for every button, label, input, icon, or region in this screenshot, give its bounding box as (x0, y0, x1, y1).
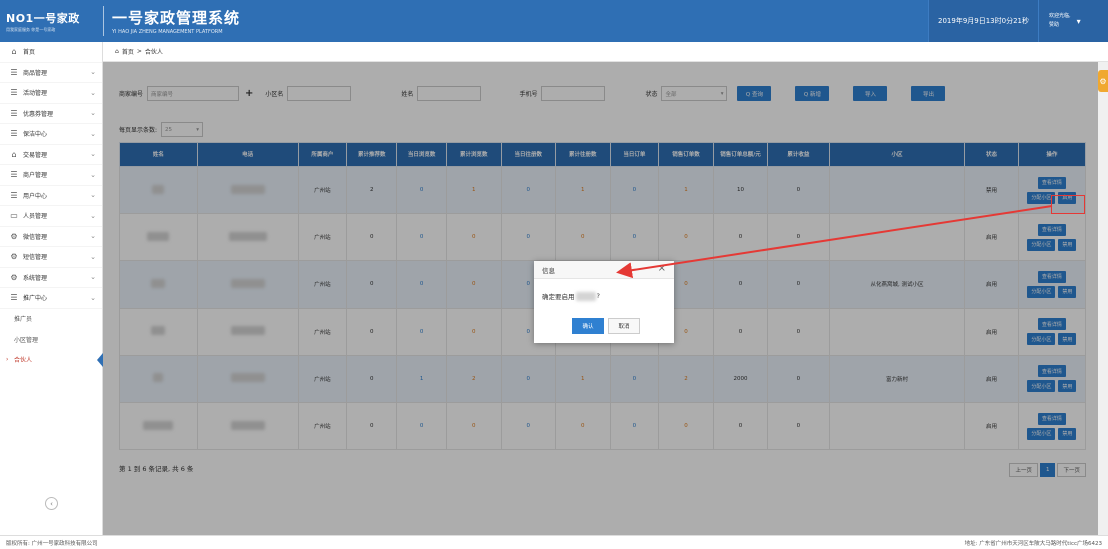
sidebar-item[interactable]: ☰ 商品管理 ⌄ (0, 63, 102, 83)
logo-slogan: 用我家庭服务 你是一号家政 (6, 26, 56, 32)
sidebar-item-label: 保洁中心 (23, 131, 48, 139)
chevron-down-icon: ⌄ (90, 68, 96, 77)
header-right: 2019年9月9日13时0分21秒 欢迎光临, 赞助 ▾ (928, 0, 1108, 42)
sidebar-item[interactable]: ▭ 人员管理 ⌄ (0, 206, 102, 227)
header-divider (103, 6, 104, 36)
chevron-down-icon: ⌄ (90, 150, 96, 159)
breadcrumb-separator: > (136, 48, 142, 55)
settings-gear-icon[interactable]: ⚙ (1098, 70, 1108, 92)
gears-icon: ⚙ (10, 272, 18, 282)
dialog-header: 信息 × (534, 261, 674, 279)
confirm-button[interactable]: 确认 (572, 318, 604, 334)
monitor-icon: ▭ (10, 211, 18, 221)
chevron-down-icon: ⌄ (90, 232, 96, 241)
user-text: 欢迎光临, 赞助 (1049, 12, 1071, 30)
page-footer: 版权所有: 广州一号家政科技有限公司 地址: 广东省广州市天河区车陂大马路时代t… (0, 535, 1108, 549)
brand-logo[interactable]: NO1一号家政 用我家庭服务 你是一号家政 (0, 0, 103, 42)
breadcrumb-current: 合伙人 (144, 49, 163, 56)
annotation-highlight-box (1051, 195, 1085, 214)
sidebar-item[interactable]: ☰ 优惠券管理 ⌄ (0, 104, 102, 124)
sidebar-subitem[interactable]: 小区管理 (0, 329, 102, 350)
system-subtitle: YI HAO JIA ZHENG MANAGEMENT PLATFORM (112, 29, 223, 35)
sidebar-item-label: 用户中心 (23, 192, 48, 200)
breadcrumb-home[interactable]: 首页 (122, 47, 134, 56)
collapse-sidebar-icon[interactable]: ‹ (45, 497, 58, 510)
sidebar-item-label: 推广中心 (23, 295, 48, 303)
cancel-button[interactable]: 取消 (608, 318, 640, 334)
system-title: 一号家政管理系统 (112, 9, 241, 27)
chevron-down-icon: ⌄ (90, 191, 96, 200)
sidebar-item-label: 微信管理 (23, 233, 48, 241)
chevron-down-icon: ⌄ (90, 129, 96, 138)
sidebar-item-label: 短信管理 (23, 254, 48, 262)
chevron-down-icon: ⌄ (90, 170, 96, 179)
dialog-message: 确定要启用 ? (534, 279, 674, 301)
chevron-down-icon: ⌄ (90, 88, 96, 97)
sidebar: ⌂ 首页 ☰ 商品管理 ⌄ ☰ 活动管理 ⌄ ☰ 优惠券管理 ⌄ ☰ 保洁中心 ⌄ ⌂ 交易管理 ⌄ ☰ 商户管理 ⌄… (0, 42, 103, 535)
sidebar-item[interactable]: ⚙ 微信管理 ⌄ (0, 227, 102, 247)
list-icon: ☰ (10, 129, 18, 139)
sidebar-item[interactable]: ☰ 用户中心 ⌄ (0, 186, 102, 206)
caret-down-icon: ▾ (1076, 16, 1081, 26)
chevron-down-icon: ⌄ (90, 252, 96, 261)
sidebar-item-label: 交易管理 (23, 151, 48, 159)
list-icon: ☰ (10, 170, 18, 180)
home-icon: ⌂ (11, 149, 17, 159)
sidebar-item[interactable]: ⌂ 交易管理 ⌄ (0, 145, 102, 165)
sidebar-item[interactable]: ⌂ 首页 (0, 42, 102, 63)
dialog-message-prefix: 确定要启用 (542, 293, 575, 301)
sidebar-item[interactable]: ☰ 推广中心 ⌄ (0, 288, 102, 309)
sidebar-item-label: 商品管理 (23, 69, 48, 77)
user-menu[interactable]: 欢迎光临, 赞助 ▾ (1038, 0, 1108, 42)
chevron-down-icon: ⌄ (90, 211, 96, 220)
chevron-down-icon: ⌄ (90, 109, 96, 118)
sidebar-subitem[interactable]: 合伙人 (0, 350, 103, 371)
dialog-message-suffix: ? (596, 292, 600, 300)
list-icon: ☰ (10, 67, 18, 77)
home-icon[interactable]: ⌂ (115, 48, 119, 55)
user-name: 赞助 (1049, 22, 1060, 28)
sidebar-item[interactable]: ☰ 活动管理 ⌄ (0, 83, 102, 104)
gears-icon: ⚙ (10, 231, 18, 241)
sidebar-item-label: 人员管理 (23, 213, 48, 221)
sidebar-item-label: 商户管理 (23, 172, 48, 180)
sidebar-subitem-label: 推广员 (14, 316, 33, 324)
sidebar-item[interactable]: ⚙ 短信管理 ⌄ (0, 247, 102, 268)
confirm-dialog: 信息 × 确定要启用 ? 确认 取消 (534, 261, 674, 343)
close-icon[interactable]: × (658, 263, 666, 274)
user-greeting: 欢迎光临, (1049, 13, 1071, 19)
system-title-block: 一号家政管理系统 YI HAO JIA ZHENG MANAGEMENT PLA… (112, 7, 240, 35)
sidebar-subitem-label: 小区管理 (14, 336, 39, 344)
breadcrumb: ⌂ 首页 > 合伙人 (103, 42, 1108, 62)
list-icon: ☰ (10, 108, 18, 118)
chevron-down-icon: ⌄ (90, 293, 96, 302)
sidebar-item[interactable]: ☰ 商户管理 ⌄ (0, 165, 102, 186)
sidebar-subitem-label: 合伙人 (14, 357, 33, 365)
sidebar-item[interactable]: ☰ 保洁中心 ⌄ (0, 124, 102, 145)
header-datetime: 2019年9月9日13时0分21秒 (928, 0, 1038, 42)
list-icon: ☰ (10, 293, 18, 303)
home-icon: ⌂ (11, 47, 17, 57)
sidebar-subitem[interactable]: 推广员 (0, 309, 102, 330)
redacted-name (575, 291, 596, 301)
chevron-down-icon: ⌄ (90, 273, 96, 282)
dialog-title: 信息 (542, 266, 555, 275)
sidebar-item-label: 活动管理 (23, 90, 48, 98)
address-text: 地址: 广东省广州市天河区车陂大马路时代ticc广场6423 (964, 540, 1102, 547)
sidebar-item-label: 优惠券管理 (23, 110, 54, 118)
copyright-text: 版权所有: 广州一号家政科技有限公司 (6, 540, 98, 547)
dialog-buttons: 确认 取消 (572, 318, 640, 334)
logo-text: NO1一号家政 (6, 11, 80, 25)
sidebar-item-label: 首页 (23, 49, 36, 57)
gears-icon: ⚙ (10, 252, 18, 262)
sidebar-item[interactable]: ⚙ 系统管理 ⌄ (0, 268, 102, 288)
list-icon: ☰ (10, 88, 18, 98)
list-icon: ☰ (10, 190, 18, 200)
top-header: NO1一号家政 用我家庭服务 你是一号家政 一号家政管理系统 YI HAO JI… (0, 0, 1108, 42)
sidebar-item-label: 系统管理 (23, 274, 48, 282)
